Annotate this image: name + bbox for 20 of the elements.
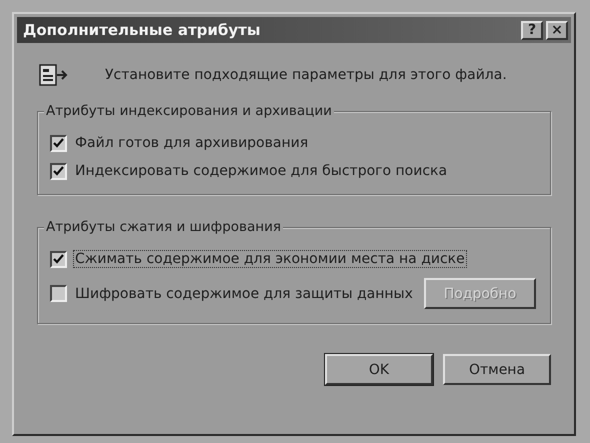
check-icon xyxy=(53,254,64,264)
ok-button[interactable]: OK xyxy=(325,354,433,385)
checkbox[interactable] xyxy=(50,285,67,302)
group-title: Атрибуты индексирования и архивации xyxy=(44,103,334,119)
title-bar-button[interactable]: × xyxy=(546,20,568,40)
checkbox[interactable] xyxy=(50,162,67,180)
checkbox-label[interactable]: Файл готов для архивирования xyxy=(73,134,310,152)
title-bar-button[interactable]: ? xyxy=(521,20,543,40)
file-properties-icon xyxy=(39,63,69,87)
checkbox-label[interactable]: Сжимать содержимое для экономии места на диске xyxy=(73,250,467,268)
checkbox-label[interactable]: Индексировать содержимое для быстрого поиска xyxy=(73,162,450,180)
group-title: Атрибуты сжатия и шифрования xyxy=(44,219,283,235)
checkbox-label[interactable]: Шифровать содержимое для защиты данных xyxy=(73,284,415,302)
cancel-button[interactable]: Отмена xyxy=(443,354,551,385)
check-icon xyxy=(53,166,64,176)
instruction-text: Установите подходящие параметры для этого файла. xyxy=(105,67,507,83)
checkbox[interactable] xyxy=(50,250,67,268)
checkbox[interactable] xyxy=(50,134,67,152)
window-title: Дополнительные атрибуты xyxy=(23,21,260,39)
check-icon xyxy=(53,138,64,148)
